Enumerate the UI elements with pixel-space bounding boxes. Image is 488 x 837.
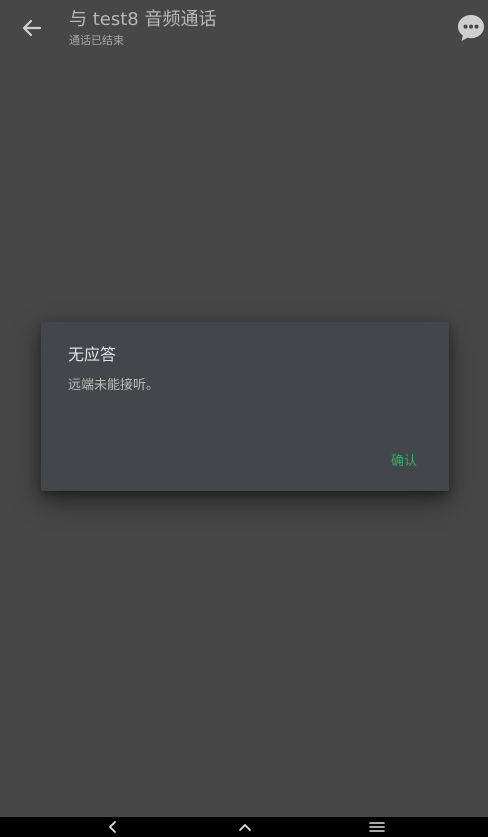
dialog-title: 无应答 [68,345,117,364]
no-answer-dialog: 无应答 远端未能接听。 确认 [41,322,449,491]
chevron-up-icon [239,824,251,831]
chevron-left-icon [109,821,116,833]
system-nav-bar [0,817,488,837]
nav-back-button[interactable] [93,817,133,837]
call-status: 通话已结束 [69,34,124,47]
chat-bubble-icon [458,15,484,41]
chat-button[interactable] [456,13,486,43]
nav-menu-button[interactable] [357,817,397,837]
back-button[interactable] [14,12,50,44]
nav-home-button[interactable] [225,817,265,837]
page-title: 与 test8 音频通话 [69,9,217,30]
app-bar: 与 test8 音频通话 通话已结束 [0,0,488,60]
arrow-left-icon [22,19,42,37]
title-block: 与 test8 音频通话 通话已结束 [69,8,216,49]
menu-icon [369,822,385,832]
confirm-button[interactable]: 确认 [377,448,431,476]
dialog-message: 远端未能接听。 [68,378,160,393]
